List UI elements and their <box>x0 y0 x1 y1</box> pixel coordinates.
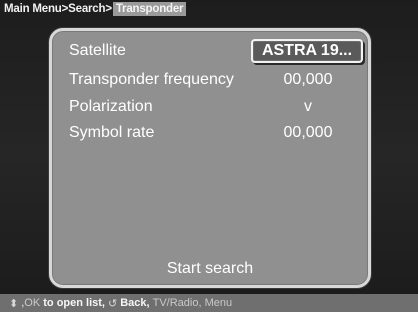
menu-row-polarization[interactable]: Polarization v <box>69 94 359 120</box>
transponder-frequency-value[interactable]: 00,000 <box>257 71 359 89</box>
menu-row-symbol-rate[interactable]: Symbol rate 00,000 <box>69 120 359 146</box>
polarization-value[interactable]: v <box>257 98 359 116</box>
help-tv-radio: TV/Radio, <box>152 297 202 309</box>
breadcrumb: Main Menu > Search > Transponder <box>0 0 187 17</box>
help-menu: Menu <box>204 297 233 309</box>
menu-row-transponder-frequency[interactable]: Transponder frequency 00,000 <box>69 67 359 93</box>
start-search-button[interactable]: Start search <box>52 260 368 278</box>
back-arrow-icon: ↺ <box>107 297 118 310</box>
help-open-list: to open list, <box>43 297 105 309</box>
screen: Main Menu > Search > Transponder Satelli… <box>0 0 418 312</box>
symbol-rate-value[interactable]: 00,000 <box>257 124 359 142</box>
transponder-menu-panel: Satellite ASTRA 19... Transponder freque… <box>49 28 371 288</box>
menu-row-satellite[interactable]: Satellite ASTRA 19... <box>69 38 363 64</box>
breadcrumb-transponder: Transponder <box>112 1 187 16</box>
help-bar: ⬍ , OK to open list, ↺ Back, TV/Radio, M… <box>0 294 418 312</box>
up-down-arrows-icon: ⬍ <box>9 297 19 310</box>
breadcrumb-separator: > <box>105 2 112 15</box>
breadcrumb-search[interactable]: Search <box>68 3 105 15</box>
breadcrumb-main-menu[interactable]: Main Menu <box>4 3 62 15</box>
help-ok-key: OK <box>24 297 41 309</box>
help-back: Back, <box>120 297 150 309</box>
satellite-select[interactable]: ASTRA 19... <box>251 39 363 63</box>
